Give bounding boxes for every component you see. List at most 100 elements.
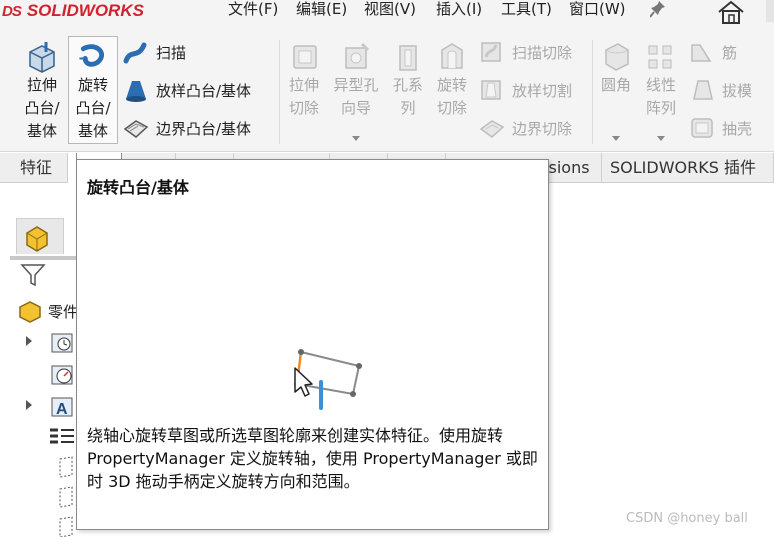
boundary-cut-button[interactable]: 边界切除	[478, 114, 572, 142]
shell-icon	[691, 118, 713, 138]
filter-icon	[20, 264, 46, 287]
revolve-boss-button[interactable]: 旋转 凸台/ 基体	[68, 36, 118, 144]
boundary-boss-label: 边界凸台/基体	[156, 119, 252, 138]
draft-button[interactable]: 拔模	[688, 76, 752, 104]
plane-icon	[59, 516, 73, 537]
sweep-icon	[123, 42, 147, 64]
plane-icon	[59, 456, 73, 478]
menu-insert[interactable]: 插入(I)	[436, 0, 482, 22]
hole-series-icon	[399, 45, 417, 71]
command-tooltip: 旋转凸台/基体 绕轴心旋转草图或所选草图轮廓来创建实体特征。使用旋转 Prope…	[76, 159, 549, 530]
hole-series-label: 孔系 列	[392, 76, 423, 117]
tree-item-plane[interactable]	[54, 482, 78, 512]
hole-wizard-icon	[345, 42, 370, 69]
hole-wizard-label: 异型孔 向导	[333, 76, 379, 117]
tree-item-sensors[interactable]	[50, 360, 76, 390]
extrude-cut-icon	[293, 45, 317, 69]
fillet-dropdown-icon[interactable]	[612, 136, 620, 141]
sweep-button[interactable]: 扫描	[122, 38, 186, 66]
watermark: CSDN @honey ball	[626, 511, 748, 526]
ribbon-separator	[279, 40, 280, 144]
fillet-icon	[605, 43, 629, 71]
material-icon	[50, 428, 74, 444]
sweep-label: 扫描	[156, 43, 187, 62]
lofted-cut-icon	[481, 80, 501, 100]
tooltip-description: 绕轴心旋转草图或所选草图轮廓来创建实体特征。使用旋转 PropertyManag…	[87, 426, 538, 491]
revolve-cut-icon	[441, 43, 463, 69]
shell-button[interactable]: 抽壳	[688, 114, 752, 142]
swept-cut-label: 扫描切除	[512, 43, 573, 62]
loft-button[interactable]: 放样凸台/基体	[122, 76, 251, 104]
feature-manager-panel: 零件 A	[0, 184, 78, 537]
expand-arrow-icon[interactable]	[26, 336, 32, 346]
tree-item-plane[interactable]	[54, 512, 78, 537]
plane-icon	[59, 486, 73, 508]
tab-solidworks-addins[interactable]: SOLIDWORKS 插件	[602, 153, 774, 183]
history-icon	[51, 333, 73, 353]
filter-button[interactable]	[18, 260, 48, 290]
svg-text:A: A	[56, 401, 68, 418]
solidworks-logo: DS SOLIDWORKS	[2, 0, 144, 22]
swept-cut-icon	[481, 42, 501, 62]
logo-prefix: DS	[2, 2, 22, 20]
graphics-area[interactable]	[549, 184, 774, 537]
ribbon-separator	[592, 40, 593, 144]
hole-wizard-button[interactable]: 异型孔 向导	[328, 36, 384, 144]
boundary-boss-icon	[123, 120, 149, 138]
fillet-button[interactable]: 圆角	[596, 36, 636, 144]
menu-tools[interactable]: 工具(T)	[501, 0, 552, 22]
hole-series-button[interactable]: 孔系 列	[388, 36, 428, 144]
tooltip-title: 旋转凸台/基体	[87, 178, 189, 197]
rib-button[interactable]: 筋	[688, 38, 737, 66]
title-bar: DS SOLIDWORKS 文件(F) 编辑(E) 视图(V) 插入(I) 工具…	[0, 0, 774, 32]
tree-item-material[interactable]	[48, 422, 76, 452]
swept-cut-button[interactable]: 扫描切除	[478, 38, 572, 66]
menu-window[interactable]: 窗口(W)	[569, 0, 626, 22]
feature-tree-tab[interactable]	[16, 218, 64, 254]
rib-icon	[691, 44, 712, 62]
shell-label: 抽壳	[722, 119, 753, 138]
extrude-cut-button[interactable]: 拉伸 切除	[284, 36, 324, 144]
annotations-icon: A	[51, 397, 73, 418]
boundary-cut-label: 边界切除	[512, 119, 573, 138]
linear-pattern-dropdown-icon[interactable]	[657, 136, 665, 141]
command-manager-ribbon: 拉伸 凸台/ 基体 旋转 凸台/ 基体 扫描 放样凸台/基体 边界凸台/基体 拉…	[0, 32, 774, 152]
lofted-cut-button[interactable]: 放样切割	[478, 76, 572, 104]
tree-root-label: 零件	[48, 302, 79, 321]
toolbar-overflow	[766, 0, 774, 22]
home-icon[interactable]	[716, 0, 746, 24]
tree-item-history[interactable]	[50, 328, 76, 358]
linear-pattern-button[interactable]: 线性 阵列	[640, 36, 682, 144]
tree-item-plane[interactable]	[54, 452, 78, 482]
extrude-boss-icon	[29, 42, 55, 73]
revolve-boss-icon	[79, 44, 105, 67]
fillet-label: 圆角	[600, 76, 631, 94]
boundary-boss-button[interactable]: 边界凸台/基体	[122, 114, 251, 142]
tree-root-part[interactable]: 零件	[16, 296, 78, 326]
extrude-cut-label: 拉伸 切除	[288, 76, 319, 117]
hole-wizard-dropdown-icon[interactable]	[352, 136, 360, 141]
rib-label: 筋	[722, 43, 738, 62]
linear-pattern-label: 线性 阵列	[645, 76, 676, 117]
sensor-icon	[51, 365, 73, 385]
tree-item-annotations[interactable]: A	[50, 392, 76, 422]
revolve-cut-label: 旋转 切除	[436, 76, 467, 117]
pin-icon[interactable]	[649, 0, 666, 18]
draft-label: 拔模	[722, 81, 753, 100]
menu-edit[interactable]: 编辑(E)	[296, 0, 347, 22]
part-root-icon	[19, 301, 41, 323]
extrude-boss-label: 拉伸 凸台/ 基体	[24, 76, 60, 140]
loft-icon	[126, 81, 146, 102]
revolve-boss-label: 旋转 凸台/ 基体	[75, 76, 111, 140]
draft-icon	[693, 80, 713, 100]
menu-view[interactable]: 视图(V)	[364, 0, 416, 22]
tab-features[interactable]: 特征	[12, 153, 68, 183]
logo-brand: SOLIDWORKS	[26, 1, 144, 20]
expand-arrow-icon[interactable]	[26, 400, 32, 410]
extrude-boss-button[interactable]: 拉伸 凸台/ 基体	[18, 36, 66, 144]
revolve-preview-illustration	[294, 349, 362, 410]
loft-label: 放样凸台/基体	[156, 81, 252, 100]
menu-file[interactable]: 文件(F)	[228, 0, 278, 22]
lofted-cut-label: 放样切割	[512, 81, 573, 100]
revolve-cut-button[interactable]: 旋转 切除	[432, 36, 472, 144]
